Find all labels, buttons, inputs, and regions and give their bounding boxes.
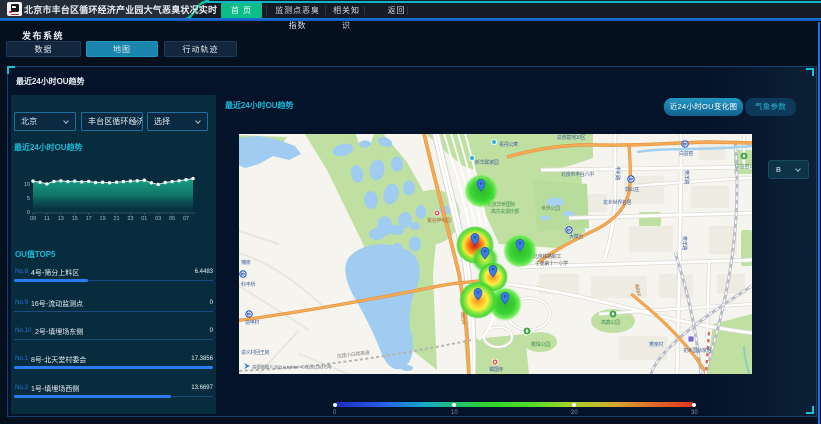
- svg-text:23: 23: [127, 216, 133, 222]
- svg-text:09: 09: [30, 216, 36, 222]
- svg-text:造甲村: 造甲村: [245, 319, 259, 326]
- svg-text:子弟第十一小学: 子弟第十一小学: [535, 260, 568, 267]
- svg-text:科丰桥: 科丰桥: [241, 281, 255, 288]
- svg-text:5: 5: [27, 196, 30, 202]
- svg-text:世界公园: 世界公园: [541, 205, 560, 212]
- svg-text:10: 10: [24, 182, 30, 188]
- svg-text:新华联家园: 新华联家园: [475, 159, 499, 166]
- svg-text:11: 11: [44, 216, 50, 222]
- svg-text:花乡国际家居: 花乡国际家居: [683, 347, 712, 354]
- svg-text:大葆台: 大葆台: [569, 233, 583, 240]
- svg-text:樱珠公园: 樱珠公园: [531, 341, 550, 348]
- svg-text:丰利路: 丰利路: [614, 166, 621, 180]
- svg-text:造义村回王房: 造义村回王房: [241, 349, 270, 356]
- svg-text:白盆窑公园: 白盆窑公园: [735, 163, 752, 170]
- svg-text:21: 21: [113, 216, 119, 222]
- svg-text:03: 03: [155, 216, 161, 222]
- svg-text:总部基地10区: 总部基地10区: [557, 134, 586, 141]
- svg-text:高德地图 © 2021AutoNavi - GS(2021): 高德地图 © 2021AutoNavi - GS(2021)6375号: [252, 364, 332, 371]
- svg-text:樊羊路: 樊羊路: [683, 170, 690, 184]
- svg-text:北京市丰台八中: 北京市丰台八中: [561, 171, 594, 178]
- svg-text:07: 07: [183, 216, 189, 222]
- svg-text:高鑫公园: 高鑫公园: [601, 319, 620, 326]
- svg-text:看丹公寓: 看丹公寓: [499, 141, 518, 148]
- svg-text:白盆窑: 白盆窑: [679, 150, 693, 157]
- svg-text:19: 19: [100, 216, 106, 222]
- svg-text:镇国寺: 镇国寺: [489, 366, 503, 373]
- svg-text:槐房: 槐房: [241, 259, 251, 266]
- svg-text:17: 17: [86, 216, 92, 222]
- svg-text:北京铁路职工: 北京铁路职工: [533, 253, 562, 260]
- svg-text:高尔夫俱乐部: 高尔夫俱乐部: [491, 208, 520, 215]
- svg-text:花乡世界名居: 花乡世界名居: [603, 199, 632, 206]
- svg-text:0: 0: [27, 210, 30, 216]
- svg-text:05: 05: [169, 216, 175, 222]
- svg-text:13: 13: [58, 216, 64, 222]
- svg-text:樊家村: 樊家村: [649, 341, 663, 348]
- svg-text:紫谷伊甸园: 紫谷伊甸园: [427, 217, 451, 224]
- svg-text:15: 15: [72, 216, 78, 222]
- svg-text:01: 01: [141, 216, 147, 222]
- svg-text:郭公庄: 郭公庄: [625, 186, 639, 193]
- svg-text:樊羊路: 樊羊路: [681, 236, 688, 250]
